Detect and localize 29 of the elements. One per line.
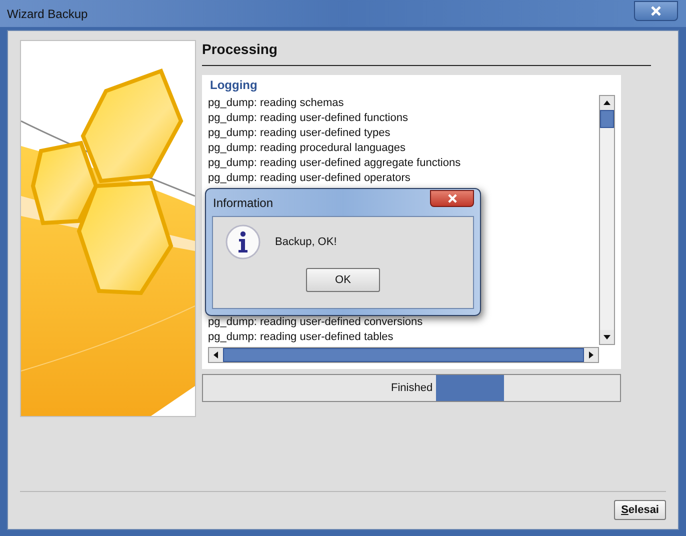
page-heading: Processing (202, 40, 651, 66)
log-line: pg_dump: reading user-defined tables (208, 330, 394, 345)
close-icon (651, 6, 661, 16)
scroll-thumb[interactable] (600, 110, 614, 128)
scroll-up-icon[interactable] (600, 96, 614, 110)
log-line: pg_dump: reading user-defined functions (208, 111, 409, 126)
info-icon (225, 224, 261, 260)
horizontal-scrollbar[interactable] (208, 347, 599, 363)
scroll-thumb[interactable] (223, 348, 584, 362)
log-line: pg_dump: reading user-defined conversions (208, 315, 424, 330)
finish-button[interactable]: Selesai (614, 500, 666, 520)
dialog-message: Backup, OK! (275, 236, 337, 248)
close-icon (448, 194, 456, 202)
close-button[interactable] (430, 190, 474, 206)
close-button[interactable] (634, 0, 678, 20)
scroll-down-icon[interactable] (600, 330, 614, 344)
window-title: Wizard Backup (7, 6, 88, 20)
scroll-left-icon[interactable] (209, 348, 223, 362)
log-line: pg_dump: reading procedural languages (208, 141, 407, 156)
log-title: Logging (209, 78, 258, 94)
vertical-scrollbar[interactable] (599, 95, 615, 345)
log-line: pg_dump: reading user-defined operators (208, 171, 412, 186)
ok-button[interactable]: OK (306, 268, 380, 292)
log-line: pg_dump: reading user-defined types (208, 126, 392, 141)
dialog-title: Information (212, 196, 274, 210)
log-line: pg_dump: reading user-defined aggregate functions (208, 156, 462, 171)
log-line: pg_dump: reading schemas (208, 96, 345, 111)
scroll-right-icon[interactable] (584, 348, 598, 362)
progress-label: Finished (391, 382, 433, 394)
